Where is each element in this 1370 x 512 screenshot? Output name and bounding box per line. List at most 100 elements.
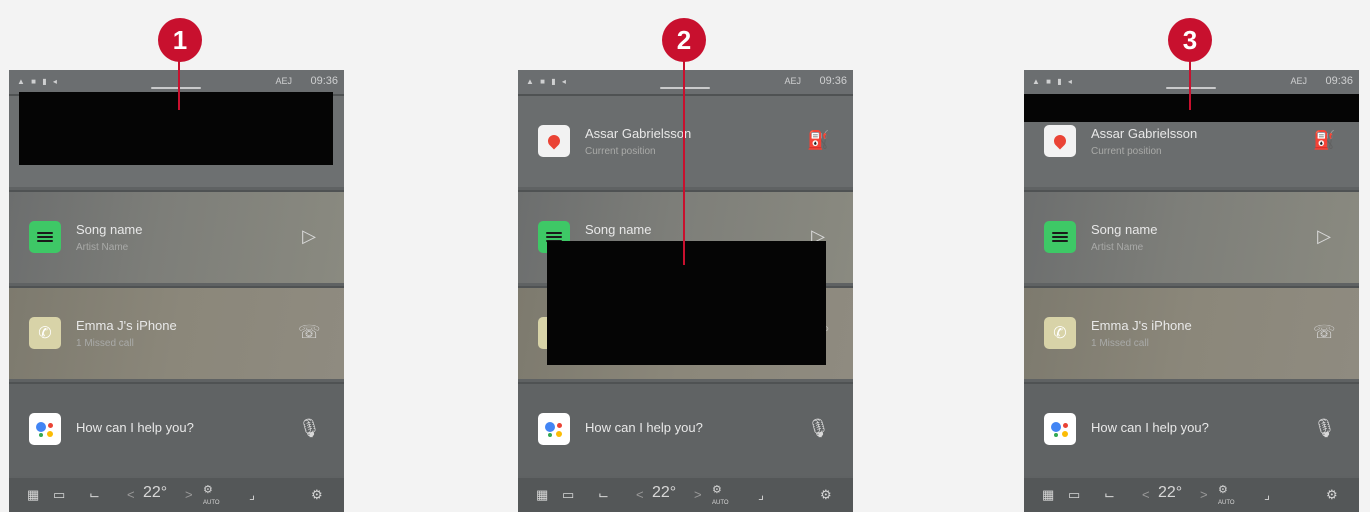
- callout-badge-3: 3: [1168, 18, 1212, 62]
- camera-icon[interactable]: ▭: [562, 487, 574, 503]
- clock: 09:36: [819, 75, 847, 87]
- signal-icons: ▲ ■ ▮ ◂: [526, 77, 568, 86]
- google-maps-icon: [1044, 125, 1076, 157]
- app-grid-icon[interactable]: ▦: [1042, 487, 1054, 503]
- status-bar: ▲ ■ ▮ ◂ AEJ 09:36: [518, 70, 853, 94]
- temperature-value[interactable]: 22°: [143, 484, 167, 502]
- callout-badge-2: 2: [662, 18, 706, 62]
- network-indicator: AEJ: [275, 76, 292, 86]
- screenshot-panel-1: 1 ▲ ■ ▮ ◂ AEJ 09:36 Song name Artist Nam…: [9, 0, 349, 512]
- fan-auto-label: AUTO: [1218, 500, 1235, 506]
- phone-icon: ✆: [29, 317, 61, 349]
- callout-leader-1: [178, 60, 180, 110]
- google-assistant-icon: [538, 413, 570, 445]
- redacted-block: [547, 241, 826, 365]
- clock: 09:36: [310, 75, 338, 87]
- temp-up-arrow[interactable]: >: [185, 487, 193, 502]
- assistant-prompt: How can I help you?: [76, 420, 194, 435]
- missed-call-text: 1 Missed call: [1091, 338, 1149, 349]
- status-bar: ▲ ■ ▮ ◂ AEJ 09:36: [1024, 70, 1359, 94]
- phone-device-name: Emma J's iPhone: [1091, 318, 1192, 333]
- location-name: Assar Gabrielsson: [585, 126, 692, 141]
- song-title: Song name: [76, 222, 143, 237]
- play-icon[interactable]: ▷: [298, 225, 320, 247]
- fan-auto-icon[interactable]: ⚙: [712, 483, 722, 496]
- climate-bar: ▦ ▭ ⌙ < 22° > ⚙ AUTO ⌟ ⚙: [1024, 478, 1359, 512]
- fan-auto-icon[interactable]: ⚙: [1218, 483, 1228, 496]
- callout-leader-2: [683, 60, 685, 265]
- phone-hangup-icon[interactable]: ☏: [298, 321, 321, 343]
- seat-right-icon[interactable]: ⌟: [249, 487, 255, 503]
- temperature-value[interactable]: 22°: [652, 484, 676, 502]
- assistant-tile[interactable]: How can I help you? 🎙: [1024, 382, 1359, 476]
- seat-right-icon[interactable]: ⌟: [1264, 487, 1270, 503]
- song-title: Song name: [1091, 222, 1158, 237]
- camera-icon[interactable]: ▭: [1068, 487, 1080, 503]
- location-subtitle: Current position: [585, 146, 656, 157]
- microphone-icon[interactable]: 🎙: [1313, 417, 1336, 439]
- callout-badge-1: 1: [158, 18, 202, 62]
- song-title: Song name: [585, 222, 652, 237]
- fuel-pump-icon[interactable]: ⛽: [807, 129, 829, 151]
- phone-tile[interactable]: ✆ Emma J's iPhone 1 Missed call ☏: [1024, 286, 1359, 379]
- temp-up-arrow[interactable]: >: [694, 487, 702, 502]
- redacted-block: [1024, 94, 1359, 122]
- screenshot-panel-2: 2 ▲ ■ ▮ ◂ AEJ 09:36 Assar Gabrielsson Cu…: [518, 0, 858, 512]
- microphone-icon[interactable]: 🎙: [807, 417, 830, 439]
- phone-hangup-icon[interactable]: ☏: [1313, 321, 1336, 343]
- network-indicator: AEJ: [784, 76, 801, 86]
- assistant-tile[interactable]: How can I help you? 🎙: [9, 382, 344, 476]
- assistant-prompt: How can I help you?: [1091, 420, 1209, 435]
- settings-gear-icon[interactable]: ⚙: [820, 487, 832, 503]
- fan-auto-label: AUTO: [203, 500, 220, 506]
- screenshot-panel-3: 3 ▲ ■ ▮ ◂ AEJ 09:36 Assar Gabrielsson Cu…: [1024, 0, 1364, 512]
- pull-down-handle[interactable]: [151, 87, 201, 89]
- redacted-block: [19, 92, 333, 165]
- location-subtitle: Current position: [1091, 146, 1162, 157]
- settings-gear-icon[interactable]: ⚙: [311, 487, 323, 503]
- seat-left-icon[interactable]: ⌙: [598, 487, 609, 503]
- phone-tile[interactable]: ✆ Emma J's iPhone 1 Missed call ☏: [9, 286, 344, 379]
- google-maps-icon: [538, 125, 570, 157]
- network-indicator: AEJ: [1290, 76, 1307, 86]
- music-tile[interactable]: Song name Artist Name ▷: [9, 190, 344, 283]
- signal-icons: ▲ ■ ▮ ◂: [17, 77, 59, 86]
- pull-down-handle[interactable]: [660, 87, 710, 89]
- seat-left-icon[interactable]: ⌙: [1104, 487, 1115, 503]
- missed-call-text: 1 Missed call: [76, 338, 134, 349]
- callout-leader-3: [1189, 60, 1191, 110]
- clock: 09:36: [1325, 75, 1353, 87]
- app-grid-icon[interactable]: ▦: [27, 487, 39, 503]
- google-assistant-icon: [29, 413, 61, 445]
- seat-left-icon[interactable]: ⌙: [89, 487, 100, 503]
- signal-icons: ▲ ■ ▮ ◂: [1032, 77, 1074, 86]
- seat-right-icon[interactable]: ⌟: [758, 487, 764, 503]
- spotify-icon: [1044, 221, 1076, 253]
- center-display-screen: ▲ ■ ▮ ◂ AEJ 09:36 Assar Gabrielsson Curr…: [1024, 70, 1359, 512]
- music-tile[interactable]: Song name Artist Name ▷: [1024, 190, 1359, 283]
- map-tile[interactable]: Assar Gabrielsson Current position ⛽: [518, 94, 853, 187]
- status-bar: ▲ ■ ▮ ◂ AEJ 09:36: [9, 70, 344, 94]
- fan-auto-icon[interactable]: ⚙: [203, 483, 213, 496]
- location-name: Assar Gabrielsson: [1091, 126, 1198, 141]
- camera-icon[interactable]: ▭: [53, 487, 65, 503]
- fuel-pump-icon[interactable]: ⛽: [1313, 129, 1335, 151]
- play-icon[interactable]: ▷: [1313, 225, 1335, 247]
- app-grid-icon[interactable]: ▦: [536, 487, 548, 503]
- microphone-icon[interactable]: 🎙: [298, 417, 321, 439]
- climate-bar: ▦ ▭ ⌙ < 22° > ⚙ AUTO ⌟ ⚙: [518, 478, 853, 512]
- temperature-value[interactable]: 22°: [1158, 484, 1182, 502]
- spotify-icon: [29, 221, 61, 253]
- temp-down-arrow[interactable]: <: [636, 487, 644, 502]
- artist-name: Artist Name: [1091, 242, 1144, 253]
- temp-up-arrow[interactable]: >: [1200, 487, 1208, 502]
- artist-name: Artist Name: [76, 242, 129, 253]
- phone-icon: ✆: [1044, 317, 1076, 349]
- temp-down-arrow[interactable]: <: [1142, 487, 1150, 502]
- phone-device-name: Emma J's iPhone: [76, 318, 177, 333]
- google-assistant-icon: [1044, 413, 1076, 445]
- temp-down-arrow[interactable]: <: [127, 487, 135, 502]
- settings-gear-icon[interactable]: ⚙: [1326, 487, 1338, 503]
- assistant-tile[interactable]: How can I help you? 🎙: [518, 382, 853, 476]
- pull-down-handle[interactable]: [1166, 87, 1216, 89]
